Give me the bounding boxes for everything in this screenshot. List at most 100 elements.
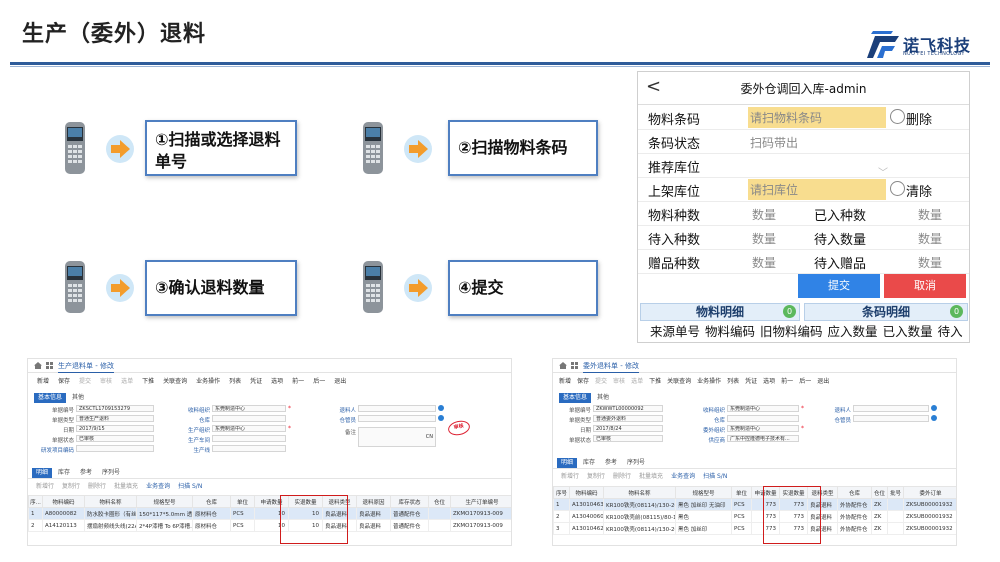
document-tab[interactable]: 委外退料单 - 修改: [583, 361, 639, 373]
cell[interactable]: A13040060: [569, 510, 604, 523]
prod-org-field[interactable]: 东莞制造中心: [212, 425, 286, 432]
home-icon[interactable]: [559, 362, 567, 369]
delete-label[interactable]: 删除: [906, 109, 932, 128]
home-icon[interactable]: [34, 362, 42, 369]
column-header[interactable]: 单位: [731, 486, 752, 499]
tab-serial[interactable]: 序列号: [623, 458, 649, 468]
cell[interactable]: 原材料仓: [192, 519, 231, 532]
column-header[interactable]: 批号: [887, 486, 904, 499]
column-header[interactable]: 仓库: [192, 495, 231, 508]
tab-stock[interactable]: 库存: [54, 468, 74, 478]
cell[interactable]: A13010462: [569, 522, 604, 535]
toolbar-audit[interactable]: 审核: [100, 375, 112, 389]
column-header[interactable]: 生产订单编号: [450, 495, 511, 508]
cell[interactable]: A14120113: [42, 519, 85, 532]
cell[interactable]: 外协配件仓: [837, 498, 872, 511]
toolbar-next[interactable]: 后一: [799, 375, 811, 389]
cell[interactable]: PCS: [731, 522, 752, 535]
toolbar-push[interactable]: 下推: [649, 375, 661, 389]
date-field[interactable]: 2017/8/24: [593, 425, 663, 432]
toolbar-prev[interactable]: 前一: [292, 375, 304, 389]
column-header[interactable]: 物料编码: [42, 495, 85, 508]
column-header[interactable]: 库存状态: [390, 495, 429, 508]
toolbar-related[interactable]: 关联查询: [163, 375, 187, 389]
document-tab[interactable]: 生产退料单 - 修改: [58, 361, 114, 373]
table-row[interactable]: 2 A13040060 KR100铁壳前(08115)/80-130T 黑色 P…: [553, 510, 956, 523]
batch-fill-button[interactable]: 批量填充: [114, 481, 138, 493]
chevron-down-icon[interactable]: ﹀: [878, 164, 888, 179]
tab-reference[interactable]: 参考: [601, 458, 621, 468]
cell[interactable]: PCS: [731, 510, 752, 523]
toolbar-save[interactable]: 保存: [58, 375, 70, 389]
cell[interactable]: PCS: [731, 498, 752, 511]
toolbar-business[interactable]: 业务操作: [196, 375, 220, 389]
tab-other[interactable]: 其他: [68, 393, 88, 403]
toolbar-submit[interactable]: 提交: [595, 375, 607, 389]
toolbar-save[interactable]: 保存: [577, 375, 589, 389]
back-arrow-icon[interactable]: <: [646, 76, 661, 97]
submit-button[interactable]: 提交: [798, 274, 880, 298]
toolbar-new[interactable]: 新增: [37, 375, 49, 389]
column-header[interactable]: 委外订单: [903, 486, 956, 499]
table-row[interactable]: 2 A14120113 摆扇射频线头线(22AWG) 2*4P漆槽 To 6P漆…: [28, 519, 511, 532]
toolbar-select[interactable]: 选单: [631, 375, 643, 389]
toolbar-submit[interactable]: 提交: [79, 375, 91, 389]
clear-radio[interactable]: [890, 181, 905, 196]
status-field[interactable]: 已审核: [76, 435, 154, 442]
cell[interactable]: 外协配件仓: [837, 510, 872, 523]
cell[interactable]: 原材料仓: [192, 507, 231, 520]
table-row[interactable]: 3 A13010462 KR100铁壳(08114)/130-200T 黑色 加…: [553, 522, 956, 535]
toolbar-prev[interactable]: 前一: [781, 375, 793, 389]
toolbar-list[interactable]: 列表: [229, 375, 241, 389]
toolbar-options[interactable]: 选项: [763, 375, 775, 389]
status-field[interactable]: 已审核: [593, 435, 663, 442]
tab-basic-info[interactable]: 基本信息: [34, 393, 67, 403]
doc-no-field[interactable]: ZKSCTL1709153279: [76, 405, 154, 412]
delete-row-button[interactable]: 删除行: [88, 481, 106, 493]
toolbar-push[interactable]: 下推: [142, 375, 154, 389]
clear-label[interactable]: 清除: [906, 181, 932, 200]
org-field[interactable]: 东莞制造中心: [212, 405, 286, 412]
tab-detail[interactable]: 明细: [557, 458, 578, 468]
cancel-button[interactable]: 取消: [884, 274, 966, 298]
column-header[interactable]: 仓库: [837, 486, 872, 499]
toolbar-new[interactable]: 新增: [559, 375, 571, 389]
lookup-icon[interactable]: [931, 405, 937, 411]
doc-type-field[interactable]: 普通委外退料: [593, 415, 663, 422]
returner-field[interactable]: [853, 405, 929, 412]
tab-serial[interactable]: 序列号: [98, 468, 124, 478]
lookup-icon[interactable]: [438, 405, 444, 411]
toolbar-options[interactable]: 选项: [271, 375, 283, 389]
org-field[interactable]: 东莞制造中心: [727, 405, 799, 412]
cell[interactable]: A13010463: [569, 498, 604, 511]
tab-reference[interactable]: 参考: [76, 468, 96, 478]
toolbar-audit[interactable]: 审核: [613, 375, 625, 389]
remark-field[interactable]: CN: [358, 427, 436, 447]
cell[interactable]: 普通配件仓: [390, 507, 429, 520]
line-field[interactable]: [212, 445, 286, 452]
date-field[interactable]: 2017/9/15: [76, 425, 154, 432]
grid-icon[interactable]: [571, 362, 578, 369]
toolbar-select[interactable]: 选单: [121, 375, 133, 389]
supplier-field[interactable]: 广东中控隆德电子技术有...: [727, 435, 799, 442]
toolbar-next[interactable]: 后一: [313, 375, 325, 389]
doc-no-field[interactable]: ZKWWTL00000092: [593, 405, 663, 412]
shelf-input[interactable]: 请扫库位: [748, 179, 886, 200]
scan-sn-button[interactable]: 扫描 S/N: [178, 481, 202, 493]
lookup-icon[interactable]: [931, 415, 937, 421]
delete-radio[interactable]: [890, 109, 905, 124]
column-header[interactable]: 物料编码: [569, 486, 604, 499]
toolbar-business[interactable]: 业务操作: [697, 375, 721, 389]
cell[interactable]: 普通配件仓: [390, 519, 429, 532]
toolbar-exit[interactable]: 退出: [334, 375, 346, 389]
workshop-field[interactable]: [212, 435, 286, 442]
doc-type-field[interactable]: 普通生产退料: [76, 415, 154, 422]
tab-material-detail[interactable]: 物料明细: [640, 303, 800, 321]
delete-row-button[interactable]: 删除行: [613, 471, 631, 483]
toolbar-exit[interactable]: 退出: [817, 375, 829, 389]
cell[interactable]: 外协配件仓: [837, 522, 872, 535]
returner-field[interactable]: [358, 405, 436, 412]
toolbar-voucher[interactable]: 凭证: [745, 375, 757, 389]
warehouse-field[interactable]: [212, 415, 286, 422]
column-header[interactable]: 单位: [230, 495, 255, 508]
